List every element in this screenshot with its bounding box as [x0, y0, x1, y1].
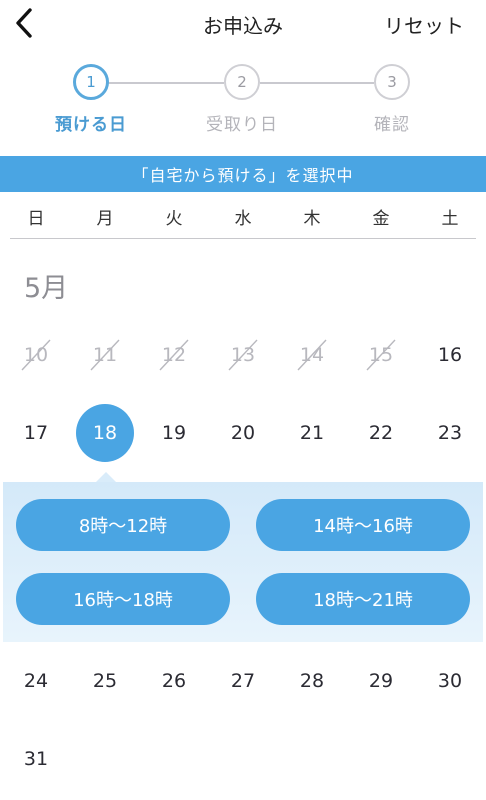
selection-banner: 「自宅から預ける」を選択中 [0, 156, 486, 192]
calendar-day-selected[interactable]: 18 [76, 404, 134, 462]
calendar-day-disabled: 14 [282, 330, 342, 380]
time-slot-button[interactable]: 14時〜16時 [256, 499, 470, 551]
calendar-day[interactable]: 24 [6, 656, 66, 706]
calendar-day[interactable]: 23 [420, 408, 480, 458]
strike-icon [297, 339, 327, 371]
step-number: 2 [224, 64, 260, 100]
time-slot-button[interactable]: 8時〜12時 [16, 499, 230, 551]
calendar-day-disabled: 13 [213, 330, 273, 380]
calendar-day-disabled: 12 [144, 330, 204, 380]
progress-stepper: 1 預ける日 2 受取り日 3 確認 [0, 60, 486, 140]
calendar-day[interactable]: 27 [213, 656, 273, 706]
step-label: 預ける日 [55, 115, 127, 135]
strike-icon [159, 339, 189, 371]
header-bar: お申込み リセット [0, 0, 486, 46]
calendar-day[interactable]: 19 [144, 408, 204, 458]
weekday-header: 日 月 火 水 木 金 土 [0, 196, 486, 238]
reset-button[interactable]: リセット [384, 10, 464, 39]
calendar-day[interactable]: 31 [6, 734, 66, 784]
step-3: 3 確認 [332, 64, 452, 135]
calendar-day[interactable]: 21 [282, 408, 342, 458]
calendar-day[interactable]: 29 [351, 656, 411, 706]
weekday-label: 木 [303, 209, 321, 229]
strike-icon [90, 339, 120, 371]
calendar-day[interactable]: 30 [420, 656, 480, 706]
step-number: 1 [73, 64, 109, 100]
time-slot-panel: 8時〜12時 14時〜16時 16時〜18時 18時〜21時 [3, 482, 483, 642]
step-number: 3 [374, 64, 410, 100]
step-label: 確認 [374, 115, 410, 135]
calendar-day-disabled: 10 [6, 330, 66, 380]
day-number: 16 [437, 344, 463, 366]
calendar-day[interactable]: 20 [213, 408, 273, 458]
weekday-label: 火 [165, 209, 183, 229]
strike-icon [228, 339, 258, 371]
step-1: 1 預ける日 [31, 64, 151, 135]
weekday-label: 金 [372, 209, 390, 229]
calendar-day-disabled: 15 [351, 330, 411, 380]
calendar-day[interactable]: 16 [420, 330, 480, 380]
calendar-day-disabled: 11 [75, 330, 135, 380]
step-label: 受取り日 [206, 115, 278, 135]
weekday-label: 日 [27, 209, 45, 229]
calendar-day[interactable]: 28 [282, 656, 342, 706]
strike-icon [366, 339, 396, 371]
calendar-day[interactable]: 17 [6, 408, 66, 458]
strike-icon [21, 339, 51, 371]
weekday-label: 土 [441, 209, 459, 229]
calendar-day[interactable]: 22 [351, 408, 411, 458]
time-slot-button[interactable]: 18時〜21時 [256, 573, 470, 625]
divider [10, 238, 476, 239]
time-slot-button[interactable]: 16時〜18時 [16, 573, 230, 625]
panel-pointer [96, 472, 116, 482]
weekday-label: 月 [96, 209, 114, 229]
step-2: 2 受取り日 [182, 64, 302, 135]
month-label: 5月 [24, 273, 69, 304]
calendar-day[interactable]: 26 [144, 656, 204, 706]
weekday-label: 水 [234, 209, 252, 229]
calendar-day[interactable]: 25 [75, 656, 135, 706]
